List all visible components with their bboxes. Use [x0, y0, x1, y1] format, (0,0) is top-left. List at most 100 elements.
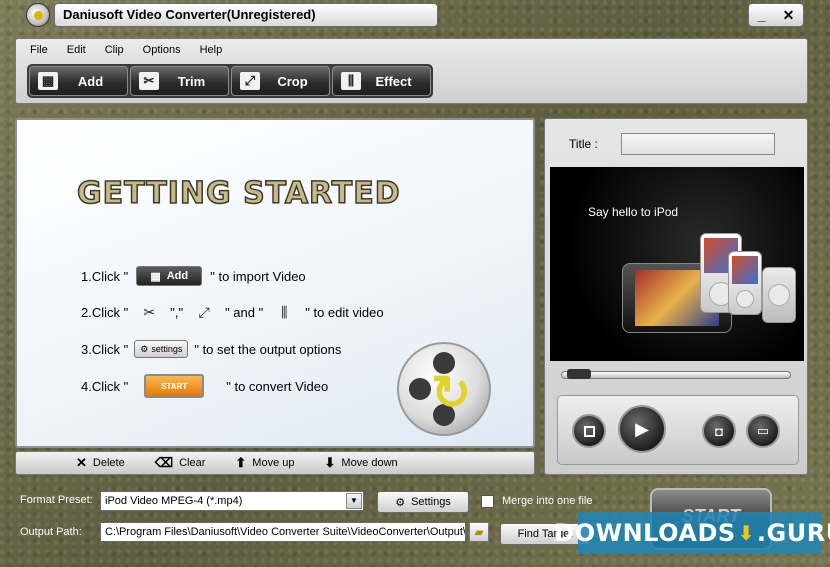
seek-thumb[interactable]	[567, 369, 592, 379]
window-title: Daniusoft Video Converter(Unregistered)	[54, 3, 438, 27]
step-2-comma: ","	[170, 304, 184, 320]
chevron-down-icon[interactable]: ▼	[346, 493, 362, 509]
move-up-button[interactable]: ⬆ Move up	[235, 455, 294, 471]
step-4-prefix: 4.Click "	[81, 378, 129, 394]
crop-button[interactable]: ⤢ Crop	[231, 66, 330, 96]
open-folder-button[interactable]: ▭	[746, 414, 780, 448]
film-icon: ▦	[150, 270, 161, 283]
play-icon: ▶	[635, 418, 649, 439]
folder-icon: ▭	[756, 423, 770, 438]
title-input[interactable]	[621, 133, 775, 155]
step-1-add-button: ▦ Add	[136, 266, 203, 286]
getting-started-panel: GETTING STARTED 1.Click " ▦ Add " to imp…	[15, 118, 535, 448]
delete-x-icon: ✕	[76, 455, 87, 470]
play-button[interactable]: ▶	[618, 405, 666, 453]
move-up-label: Move up	[252, 457, 295, 469]
gear-icon: ⚙	[140, 343, 149, 354]
menu-clip[interactable]: Clip	[105, 42, 124, 60]
getting-started-title: GETTING STARTED	[76, 175, 401, 212]
trim-label: Trim	[177, 73, 206, 89]
effect-button[interactable]: ⫼ Effect	[332, 66, 431, 96]
film-icon: ▦	[38, 72, 58, 90]
list-action-bar: ✕ Delete ⌫ Clear ⬆ Move up ⬇ Move down	[15, 451, 535, 475]
window-controls: _ ✕	[748, 3, 804, 27]
format-preset-value: iPod Video MPEG-4 (*.mp4)	[105, 495, 243, 507]
app-logo-icon	[26, 3, 50, 27]
preview-panel: Title : Say hello to iPod ▶ ◘ ▭	[544, 118, 808, 475]
menu-options[interactable]: Options	[143, 42, 181, 60]
browse-folder-icon[interactable]: ▰	[469, 522, 489, 542]
format-preset-select[interactable]: iPod Video MPEG-4 (*.mp4) ▼	[100, 491, 364, 511]
step-3-settings-button: ⚙ settings	[134, 340, 189, 358]
add-label: Add	[77, 73, 104, 89]
step-3-suffix: " to set the output options	[194, 341, 342, 357]
video-preview-screen: Say hello to iPod	[550, 167, 804, 361]
move-down-label: Move down	[341, 457, 398, 469]
crop-icon: ⤢	[240, 72, 260, 90]
camera-icon: ◘	[715, 423, 723, 439]
format-preset-label: Format Preset:	[20, 494, 93, 506]
menu-help[interactable]: Help	[200, 42, 223, 60]
ipod-nano-image	[728, 251, 762, 315]
step-2-and: " and "	[225, 304, 264, 320]
output-path-label: Output Path:	[20, 526, 82, 538]
effect-icon: ⫼	[341, 72, 361, 90]
gear-icon: ⚙	[395, 496, 406, 509]
menu-bar: File Edit Clip Options Help	[30, 42, 241, 60]
menu-file[interactable]: File	[30, 42, 48, 60]
step-4-suffix: " to convert Video	[226, 378, 329, 394]
output-path-field[interactable]: C:\Program Files\Daniusoft\Video Convert…	[100, 522, 466, 542]
snapshot-button[interactable]: ◘	[702, 414, 736, 448]
step-3: 3.Click " ⚙ settings " to set the output…	[81, 340, 341, 358]
add-button[interactable]: ▦ Add	[29, 66, 128, 96]
effect-label: Effect	[375, 73, 412, 89]
merge-checkbox[interactable]	[481, 495, 494, 508]
arrow-up-icon: ⬆	[235, 455, 247, 470]
effect-icon: ⫼	[281, 303, 288, 320]
step-2-prefix: 2.Click "	[81, 304, 129, 320]
clear-icon: ⌫	[154, 455, 174, 470]
trim-button[interactable]: ✂ Trim	[130, 66, 229, 96]
stop-icon	[583, 425, 595, 437]
close-button[interactable]: ✕	[783, 7, 795, 24]
film-reel-logo-icon: ↻	[397, 342, 491, 436]
download-icon: ⬇	[737, 521, 755, 545]
step-2: 2.Click " ✂ "," ⤢ " and " ⫼ " to edit vi…	[81, 302, 384, 322]
step-1-suffix: " to import Video	[210, 268, 306, 284]
settings-label: Settings	[411, 496, 451, 508]
step-4-start-button: START	[144, 374, 205, 398]
title-bar: Daniusoft Video Converter(Unregistered) …	[0, 0, 830, 30]
watermark: DOWNLOADS ⬇ . GURU	[554, 512, 830, 554]
stop-button[interactable]	[572, 414, 606, 448]
menu-edit[interactable]: Edit	[67, 42, 86, 60]
step-1-add-label: Add	[166, 270, 189, 282]
merge-label: Merge into one file	[502, 495, 593, 507]
clear-button[interactable]: ⌫ Clear	[155, 455, 206, 471]
minimize-button[interactable]: _	[758, 7, 766, 23]
delete-button[interactable]: ✕ Delete	[76, 455, 125, 471]
delete-label: Delete	[92, 457, 125, 469]
clear-label: Clear	[179, 457, 206, 469]
crop-label: Crop	[277, 73, 308, 89]
crop-icon: ⤢	[198, 303, 210, 320]
step-3-prefix: 3.Click "	[81, 341, 129, 357]
scissors-icon: ✂	[139, 72, 159, 90]
step-2-suffix: " to edit video	[305, 304, 384, 320]
step-4: 4.Click " START " to convert Video	[81, 374, 328, 398]
playback-controls: ▶ ◘ ▭	[557, 395, 799, 465]
watermark-right: GURU	[766, 519, 830, 547]
video-caption: Say hello to iPod	[588, 205, 679, 219]
ipod-shuffle-image	[762, 267, 796, 323]
watermark-dot: .	[756, 519, 767, 547]
title-label: Title :	[569, 137, 598, 151]
top-panel: File Edit Clip Options Help ▦ Add ✂ Trim…	[15, 38, 808, 104]
step-1-prefix: 1.Click "	[81, 268, 129, 284]
toolbar: ▦ Add ✂ Trim ⤢ Crop ⫼ Effect	[27, 64, 433, 98]
step-1: 1.Click " ▦ Add " to import Video	[81, 266, 306, 286]
move-down-button[interactable]: ⬇ Move down	[325, 455, 398, 471]
step-3-settings-label: settings	[151, 344, 183, 354]
seek-bar[interactable]	[561, 371, 791, 379]
scissors-icon: ✂	[143, 303, 156, 320]
watermark-left: DOWNLOADS	[554, 519, 736, 547]
settings-button[interactable]: ⚙ Settings	[377, 491, 469, 513]
